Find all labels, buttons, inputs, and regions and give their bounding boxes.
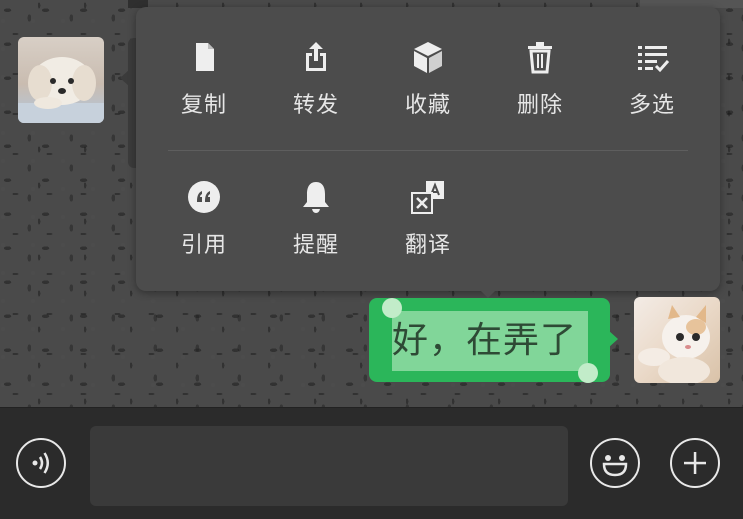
menu-divider [168, 150, 688, 151]
bell-icon [296, 177, 336, 217]
share-icon [296, 37, 336, 77]
menu-item-forward[interactable]: 转发 [260, 29, 372, 139]
menu-item-label: 复制 [180, 93, 227, 118]
quote-icon [184, 177, 224, 217]
emoji-button[interactable] [590, 438, 640, 488]
dog-avatar-image [18, 57, 104, 123]
message-text[interactable]: 好，在弄了 [392, 313, 592, 369]
menu-row-secondary: 引用 提醒 翻译 [136, 169, 720, 289]
multi-select-icon [632, 37, 672, 77]
menu-row-primary: 复制 转发 收藏 删除 多选 [136, 29, 720, 149]
menu-item-label: 删除 [516, 93, 563, 118]
voice-icon [32, 452, 49, 474]
menu-item-delete[interactable]: 删除 [484, 29, 596, 139]
plus-icon [684, 452, 706, 474]
message-input[interactable] [90, 426, 568, 506]
chat-input-bar [0, 407, 743, 519]
menu-item-label: 多选 [628, 93, 675, 118]
menu-item-multi-select[interactable]: 多选 [596, 29, 708, 139]
menu-item-label: 转发 [292, 93, 339, 118]
contact-avatar[interactable] [18, 37, 104, 123]
menu-item-favorite[interactable]: 收藏 [372, 29, 484, 139]
menu-item-translate[interactable]: 翻译 [372, 169, 484, 279]
menu-pointer [480, 290, 496, 298]
my-avatar[interactable] [634, 297, 720, 383]
cat-avatar-image [638, 305, 710, 383]
more-functions-button[interactable] [670, 438, 720, 488]
incoming-bubble-tail [120, 70, 129, 86]
message-context-menu: 复制 转发 收藏 删除 多选 引用 提醒 翻译 [136, 7, 720, 291]
translate-icon [408, 177, 448, 217]
menu-item-label: 翻译 [404, 233, 451, 258]
document-icon [184, 37, 224, 77]
cube-icon [408, 37, 448, 77]
emoji-icon [602, 455, 628, 477]
outgoing-bubble-tail [608, 330, 618, 348]
selection-start-handle[interactable] [382, 298, 402, 318]
selection-end-handle[interactable] [578, 363, 598, 383]
menu-item-remind[interactable]: 提醒 [260, 169, 372, 279]
trash-icon [520, 37, 560, 77]
menu-item-label: 收藏 [404, 93, 451, 118]
menu-item-quote[interactable]: 引用 [148, 169, 260, 279]
menu-item-label: 提醒 [292, 233, 339, 258]
menu-item-label: 引用 [180, 233, 227, 258]
menu-item-copy[interactable]: 复制 [148, 29, 260, 139]
chat-screen: 复制 转发 收藏 删除 多选 引用 提醒 翻译 好，在弄了 [0, 0, 743, 519]
voice-button[interactable] [16, 438, 66, 488]
